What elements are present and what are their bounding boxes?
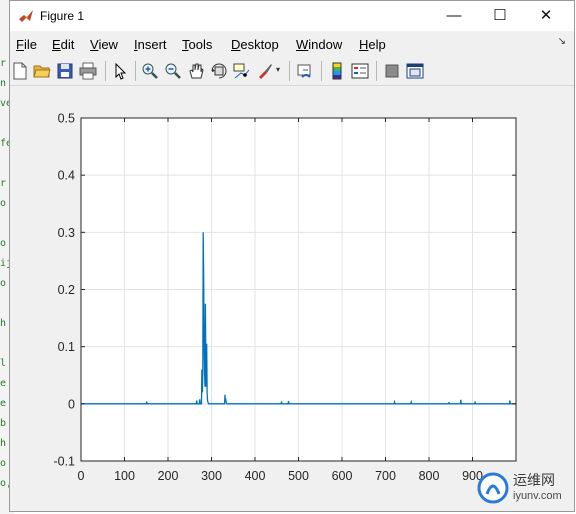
background-code-line: o [0,278,7,289]
plot-axes[interactable]: 0 100 200 300 400 500 600 700 800 900-0.100.10.20… [10,1,576,513]
background-code-line: h [0,438,7,449]
y-tick-label: 0.2 [58,283,75,297]
watermark-domain: iyunv.com [513,490,562,502]
background-code-line: r [0,58,7,69]
x-tick-label: 0 [78,469,85,483]
background-code-line: o [0,238,7,249]
background-code-line: l [0,358,7,369]
site-watermark: 运维网 iyunv.com [477,468,572,508]
watermark-logo-icon [477,472,509,504]
background-code-line: o [0,458,7,469]
background-code-line: e [0,378,7,389]
x-tick-label: 600 [332,469,353,483]
x-tick-label: 700 [375,469,396,483]
background-code-line: h [0,318,7,329]
y-tick-label: 0.5 [58,112,75,126]
y-tick-label: 0.3 [58,226,75,240]
watermark-chinese: 运维网 [513,473,555,489]
figure-window: Figure 1 — ☐ ✕ File Edit View Insert Too… [9,0,575,512]
x-tick-label: 200 [158,469,179,483]
x-tick-label: 100 [114,469,135,483]
background-code-line: n [0,78,7,89]
y-tick-label: 0.4 [58,169,75,183]
x-tick-label: 400 [245,469,266,483]
background-code-line: e [0,398,7,409]
x-tick-label: 500 [288,469,309,483]
background-code-line: o [0,198,7,209]
background-code-line: r [0,178,7,189]
y-tick-label: -0.1 [53,455,75,469]
x-tick-label: 300 [201,469,222,483]
y-tick-label: 0 [68,397,75,411]
y-tick-label: 0.1 [58,340,75,354]
background-code-line: b [0,418,7,429]
x-tick-label: 800 [419,469,440,483]
